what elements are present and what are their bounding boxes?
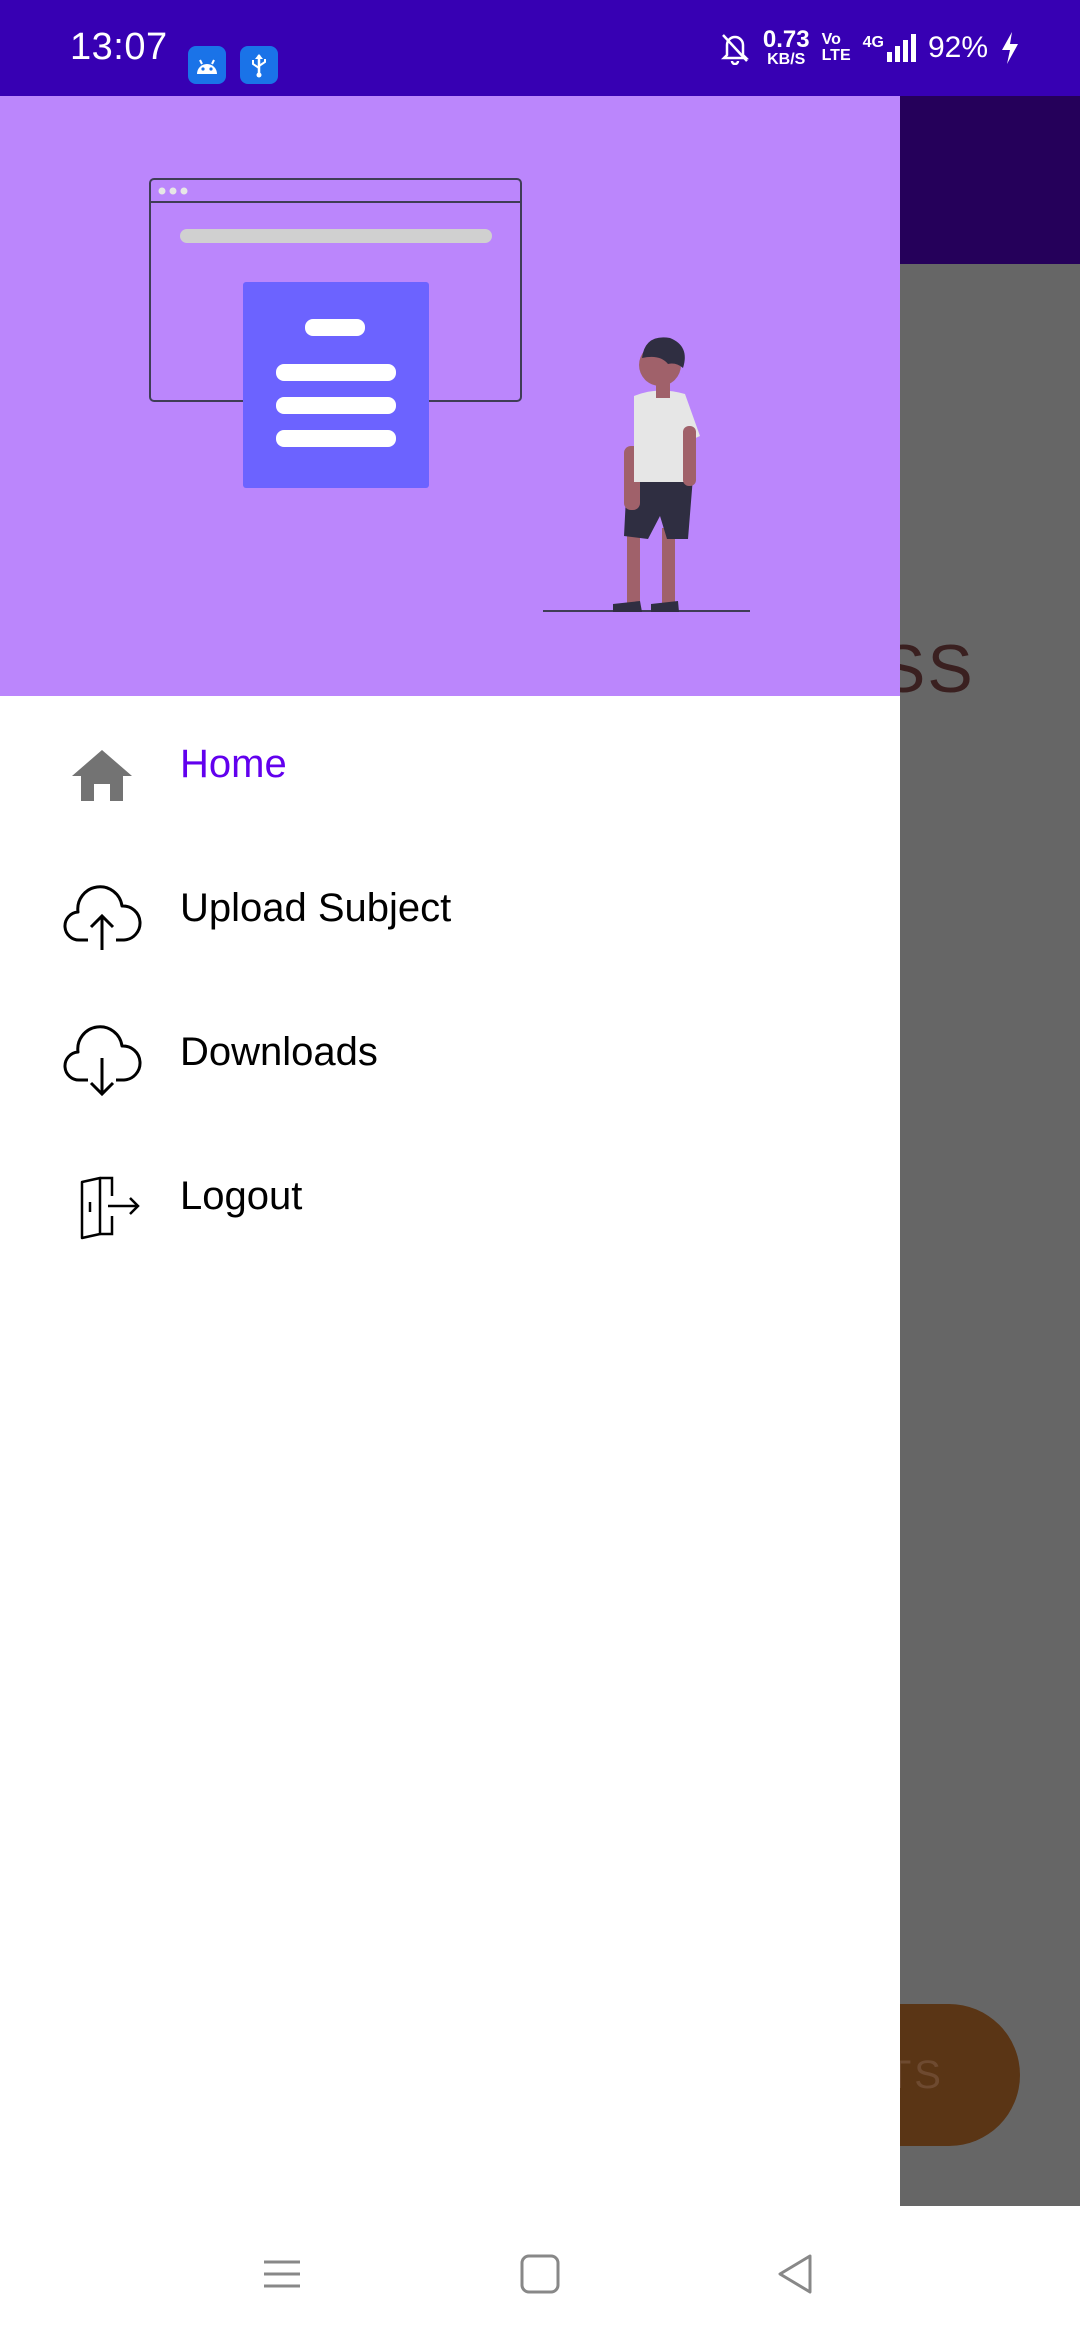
status-bar: 13:07 0.73 KB/S Vo LTE 4G 92% [0, 0, 1080, 96]
home-button[interactable] [512, 2246, 568, 2302]
cloud-upload-icon [63, 885, 142, 950]
logout-icon [80, 1176, 140, 1240]
charging-icon [1002, 32, 1018, 64]
net-speed: 0.73 KB/S [762, 26, 810, 68]
volte-indicator: Vo LTE [821, 31, 851, 64]
android-debug-icon [188, 46, 226, 84]
menu-item-upload-subject[interactable]: Upload Subject [0, 840, 900, 984]
system-nav-bar [0, 2206, 1080, 2340]
status-time: 13:07 [70, 26, 168, 68]
usb-icon [240, 46, 278, 84]
drawer-header [0, 96, 900, 696]
cloud-download-icon [63, 1025, 142, 1097]
menu-item-downloads[interactable]: Downloads [0, 984, 900, 1128]
header-illustration [149, 178, 750, 612]
menu-item-home[interactable]: Home [0, 696, 900, 840]
drawer-menu: Home Upload Subject Downloads Logout [0, 696, 900, 1272]
menu-label-downloads: Downloads [180, 1030, 378, 1074]
home-icon [72, 750, 132, 801]
battery-percent: 92% [927, 31, 988, 64]
bell-off-icon [720, 34, 749, 65]
status-icons: 0.73 KB/S Vo LTE 4G 92% [719, 24, 1020, 72]
menu-item-logout[interactable]: Logout [0, 1128, 900, 1272]
navigation-drawer: Home Upload Subject Downloads Logout [0, 96, 900, 2206]
signal-icon: 4G [863, 34, 916, 62]
menu-button[interactable] [254, 2246, 310, 2302]
menu-label-logout: Logout [180, 1174, 303, 1218]
menu-label-upload-subject: Upload Subject [180, 886, 452, 930]
menu-label-home: Home [180, 742, 287, 786]
back-button[interactable] [768, 2246, 824, 2302]
